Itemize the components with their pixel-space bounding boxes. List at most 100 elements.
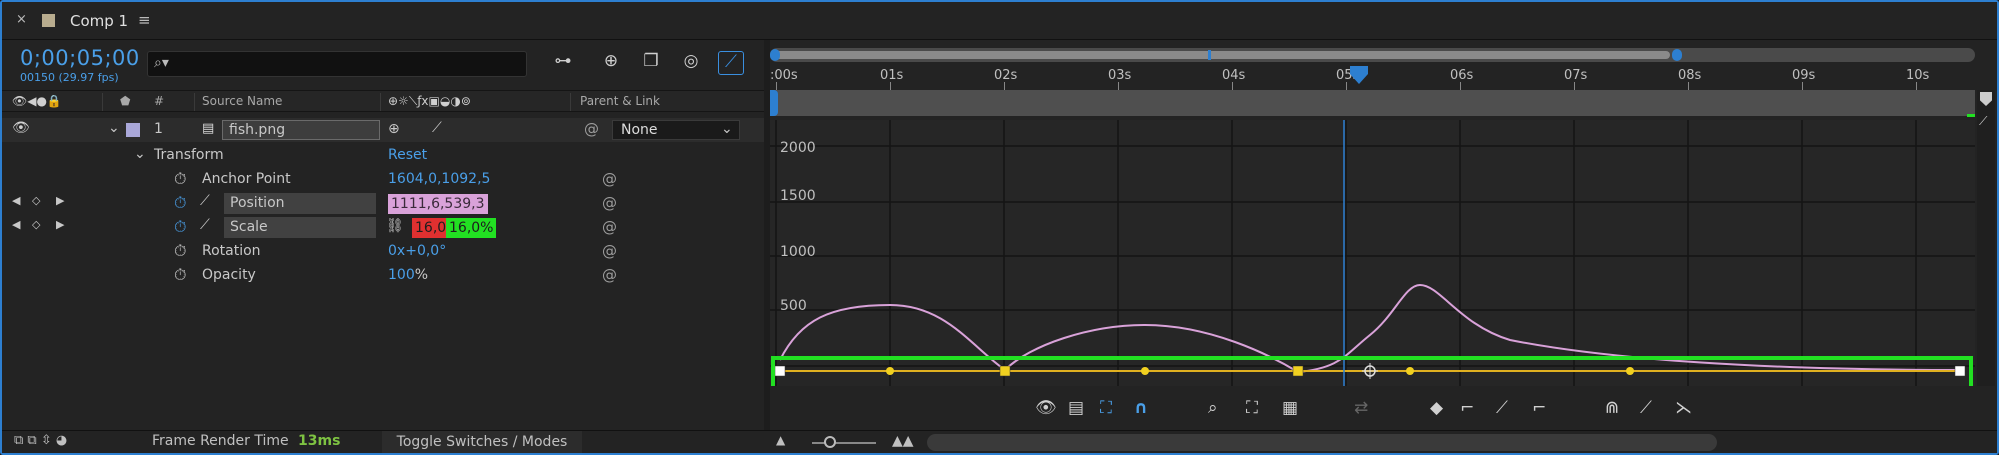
render-icons[interactable]: ⧉ ⧉ ⇳ ◕: [14, 433, 67, 448]
vertical-scroll-area[interactable]: ⟋: [1977, 90, 1995, 386]
pickwhip-icon[interactable]: @: [602, 266, 617, 284]
rotation-degrees[interactable]: x+0,0°: [397, 243, 446, 259]
navigator-start-handle[interactable]: [770, 49, 780, 61]
easy-ease-out-icon[interactable]: ⋋: [1675, 398, 1692, 418]
draft-3d-icon[interactable]: ⊕: [598, 51, 624, 75]
current-time-indicator-head[interactable]: [1348, 64, 1370, 86]
time-ruler[interactable]: :00s 01s 02s 03s 04s 05s 06s 07s 08s 09s 10s: [770, 64, 1975, 90]
layer-row[interactable]: 👁 ⌄ 1 ▤ fish.png ⊕ ⟋ @ None ⌄: [2, 118, 764, 142]
graph-editor-toolbar: 👁 ▤ ⛶ ∩ ⌕ ⛶ ▦ ⇄ ◆ ⌐ ⟋ ⌐ ⋒ ⟋ ⋋: [770, 392, 1975, 428]
easy-ease-in-icon[interactable]: ⟋: [1640, 398, 1652, 418]
transform-box-icon[interactable]: ⛶: [1100, 398, 1112, 418]
next-keyframe-icon[interactable]: ▶: [56, 194, 64, 207]
time-navigator-range[interactable]: [774, 51, 1670, 59]
frame-blending-icon[interactable]: ❐: [638, 51, 664, 75]
zoom-slider-track[interactable]: [812, 442, 876, 444]
column-source-name[interactable]: Source Name: [202, 94, 282, 108]
snap-magnet-icon[interactable]: ∩: [1134, 398, 1148, 418]
property-name[interactable]: Scale: [224, 217, 376, 238]
shy-switch-icon[interactable]: ⊕: [388, 121, 400, 137]
comp-mini-flowchart-icon[interactable]: ⊶: [550, 51, 576, 75]
graph-grid: [770, 120, 1975, 386]
anchor-point-value[interactable]: 1604,0,1092,5: [388, 171, 490, 187]
opacity-value[interactable]: 100%: [388, 267, 428, 283]
snap-icon[interactable]: ⟋: [1979, 114, 1987, 129]
transform-expand-chevron-icon[interactable]: ⌄: [134, 146, 146, 162]
layer-name[interactable]: fish.png: [222, 120, 380, 140]
fit-selection-icon[interactable]: ⛶: [1246, 398, 1258, 418]
add-keyframe-icon[interactable]: ◇: [32, 194, 40, 207]
prev-keyframe-icon[interactable]: ◀: [12, 194, 20, 207]
work-area-bar[interactable]: [770, 90, 1975, 117]
time-ruler-label: 02s: [994, 68, 1018, 83]
parent-pickwhip-icon[interactable]: @: [584, 120, 599, 138]
position-value[interactable]: 1111,6,539,3: [388, 194, 488, 214]
stopwatch-icon[interactable]: ⏱: [174, 169, 186, 189]
auto-zoom-icon[interactable]: ⌕: [1208, 398, 1218, 418]
auto-bezier-icon[interactable]: ⌐: [1532, 398, 1546, 418]
add-keyframe-icon[interactable]: ◇: [32, 218, 40, 231]
time-ruler-tick: [1574, 82, 1575, 90]
transform-reset-link[interactable]: Reset: [388, 147, 427, 163]
zoom-out-mountain-icon[interactable]: ▲: [776, 433, 785, 447]
y-axis-label: 1000: [780, 244, 816, 260]
layer-label-color[interactable]: [126, 123, 140, 137]
scale-x-value[interactable]: 16,0: [412, 218, 450, 238]
constrain-proportions-link-icon[interactable]: ⛓: [386, 218, 404, 234]
graph-type-options-icon[interactable]: ▤: [1068, 398, 1084, 418]
column-number: #: [154, 94, 165, 108]
next-keyframe-icon[interactable]: ▶: [56, 218, 64, 231]
stopwatch-active-icon[interactable]: ⏱: [174, 217, 186, 237]
close-tab-icon[interactable]: ×: [16, 12, 27, 27]
layer-search-input[interactable]: ⌕▾: [147, 51, 527, 77]
navigator-end-handle[interactable]: [1672, 49, 1682, 61]
prev-keyframe-icon[interactable]: ◀: [12, 218, 20, 231]
pickwhip-icon[interactable]: @: [602, 242, 617, 260]
current-timecode[interactable]: 0;00;05;00: [20, 46, 140, 70]
hold-keyframe-icon[interactable]: ⌐: [1460, 398, 1474, 418]
time-ruler-tick: [1688, 82, 1689, 90]
pickwhip-icon[interactable]: @: [602, 170, 617, 188]
easy-ease-icon[interactable]: ⋒: [1605, 398, 1619, 418]
motion-blur-icon[interactable]: ◎: [678, 51, 704, 75]
toggle-switches-modes-button[interactable]: Toggle Switches / Modes: [382, 431, 582, 453]
property-name[interactable]: Position: [224, 193, 376, 214]
label-tag-icon[interactable]: ⬟: [120, 94, 130, 108]
time-ruler-tick: [1460, 82, 1461, 90]
pickwhip-icon[interactable]: @: [602, 194, 617, 212]
opacity-number[interactable]: 100: [388, 267, 415, 283]
stopwatch-icon[interactable]: ⏱: [174, 265, 186, 285]
pickwhip-icon[interactable]: @: [602, 218, 617, 236]
rotation-value[interactable]: 0x+0,0°: [388, 243, 446, 259]
graph-area[interactable]: 2000 1500 1000 500: [770, 120, 1975, 386]
transform-group-row: ⌄ Transform Reset: [2, 144, 764, 168]
panel-menu-icon[interactable]: ≡: [138, 11, 151, 29]
visibility-eye-icon[interactable]: 👁: [12, 120, 30, 136]
zoom-in-mountain-icon[interactable]: ▲▲: [892, 433, 914, 449]
linear-keyframe-icon[interactable]: ⟋: [1496, 398, 1508, 418]
graph-canvas[interactable]: [770, 120, 1975, 386]
parent-dropdown[interactable]: None ⌄: [612, 120, 740, 140]
separate-dimensions-icon[interactable]: ⇄: [1354, 398, 1368, 418]
column-parent-link[interactable]: Parent & Link: [580, 94, 660, 108]
graph-include-icon[interactable]: ⟋: [200, 217, 210, 233]
work-area-start-handle[interactable]: [770, 90, 778, 116]
layer-expand-chevron-icon[interactable]: ⌄: [108, 120, 120, 136]
zoom-slider-knob[interactable]: [824, 436, 836, 448]
layer-marker-icon[interactable]: [1980, 92, 1992, 106]
stopwatch-active-icon[interactable]: ⏱: [174, 193, 186, 213]
edit-keyframe-icon[interactable]: ◆: [1430, 398, 1443, 418]
time-navigator-bar[interactable]: [770, 48, 1975, 62]
quality-switch-icon[interactable]: ⟋: [432, 120, 442, 136]
comp-tab-title[interactable]: Comp 1: [70, 12, 128, 30]
horizontal-scrollbar[interactable]: [927, 434, 1717, 451]
rotation-revolutions[interactable]: 0: [388, 243, 397, 259]
graph-editor-icon[interactable]: ⟋: [718, 51, 744, 75]
scale-y-value[interactable]: 16,0%: [446, 218, 497, 238]
graph-include-icon[interactable]: ⟋: [200, 193, 210, 209]
time-ruler-label: 04s: [1222, 68, 1246, 83]
stopwatch-icon[interactable]: ⏱: [174, 241, 186, 261]
fit-all-icon[interactable]: ▦: [1282, 398, 1298, 418]
show-properties-eye-icon[interactable]: 👁: [1035, 398, 1057, 418]
time-ruler-label: 08s: [1678, 68, 1702, 83]
